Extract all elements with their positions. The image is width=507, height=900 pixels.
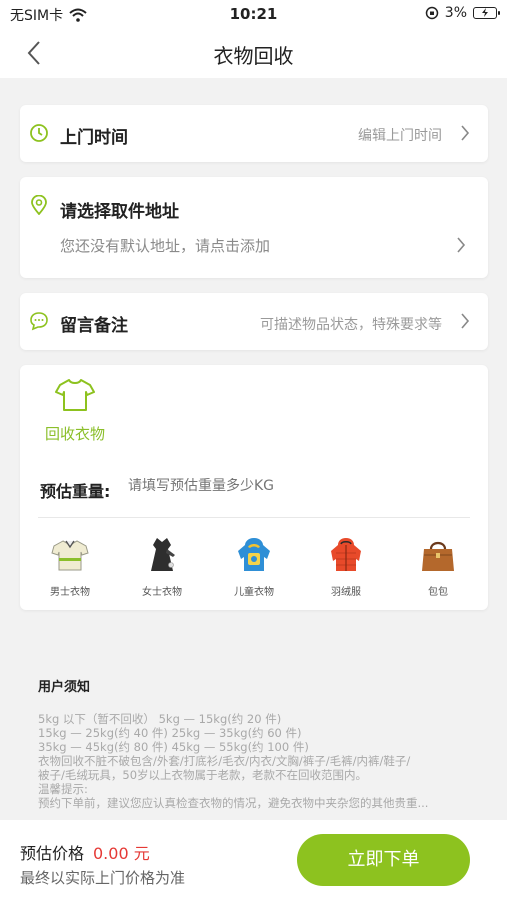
address-hint: 您还没有默认地址，请点击添加 — [60, 237, 271, 255]
bottom-bar: 预估价格 0.00 元 最终以实际上门价格为准 立即下单 — [0, 820, 507, 900]
orientation-lock-icon — [425, 6, 439, 20]
category-womens[interactable]: 女士衣物 — [124, 535, 200, 598]
location-pin-icon — [31, 195, 47, 215]
recycle-card: 回收衣物 预估重量: 男士衣物 女士衣物 — [20, 365, 488, 610]
battery-percent: 3% — [444, 5, 467, 21]
address-row[interactable]: 请选择取件地址 您还没有默认地址，请点击添加 — [20, 177, 488, 278]
category-label: 女士衣物 — [142, 587, 182, 598]
remark-hint: 可描述物品状态，特殊要求等 — [260, 317, 442, 333]
notice-line: 预约下单前，建议您应认真检查衣物的情况，避免衣物中夹杂您的其他贵重... — [38, 796, 429, 810]
category-label: 男士衣物 — [50, 587, 90, 598]
address-label: 请选择取件地址 — [60, 202, 179, 222]
notice-line: 衣物回收不脏不破包含/外套/打底衫/毛衣/内衣/文胸/裤子/毛裤/内裤/鞋子/ — [38, 754, 411, 768]
notice-line: 温馨提示: — [38, 782, 88, 796]
page-title: 衣物回收 — [213, 44, 294, 68]
tshirt-icon — [55, 379, 95, 411]
price-label: 预估价格 — [20, 844, 85, 863]
pickup-time-row[interactable]: 上门时间 编辑上门时间 — [20, 105, 488, 162]
remark-label: 留言备注 — [60, 316, 128, 336]
divider — [38, 517, 470, 518]
notice-line: 15kg — 25kg(约 40 件) 25kg — 35kg(约 60 件) — [38, 726, 302, 740]
category-kids[interactable]: 儿童衣物 — [216, 535, 292, 598]
status-bar: 无SIM卡 10:21 3% — [0, 0, 507, 28]
recycle-title: 回收衣物 — [44, 425, 105, 443]
notice-line: 35kg — 45kg(约 80 件) 45kg — 55kg(约 100 件) — [38, 740, 309, 754]
message-icon — [30, 312, 48, 331]
category-list: 男士衣物 女士衣物 儿童衣物 羽绒服 包包 — [20, 535, 488, 598]
notice-body: 5kg 以下（暂不回收） 5kg — 15kg(约 20 件) 15kg — 2… — [38, 712, 478, 810]
category-label: 羽绒服 — [331, 587, 361, 598]
status-right: 3% — [425, 5, 500, 21]
category-mens[interactable]: 男士衣物 — [32, 535, 108, 598]
nav-bar: 衣物回收 — [0, 28, 507, 78]
price-note: 最终以实际上门价格为准 — [20, 869, 186, 887]
pickup-time-label: 上门时间 — [60, 128, 128, 148]
remark-row[interactable]: 留言备注 可描述物品状态，特殊要求等 — [20, 293, 488, 350]
battery-icon — [473, 7, 500, 19]
kids-jacket-icon — [238, 538, 270, 571]
weight-label: 预估重量: — [40, 482, 111, 501]
mens-shirt-icon — [51, 540, 89, 571]
down-jacket-icon — [331, 538, 361, 571]
recycle-tab[interactable]: 回收衣物 — [42, 377, 108, 444]
pickup-time-hint: 编辑上门时间 — [358, 128, 442, 144]
price-value: 0.00 元 — [93, 844, 150, 863]
order-button[interactable]: 立即下单 — [297, 834, 470, 886]
clock-icon — [30, 124, 48, 142]
category-label: 儿童衣物 — [234, 587, 274, 598]
category-down-jacket[interactable]: 羽绒服 — [308, 535, 384, 598]
handbag-icon — [422, 541, 454, 571]
weight-input[interactable] — [128, 478, 448, 494]
chevron-right-icon — [457, 237, 466, 253]
category-label: 包包 — [428, 587, 448, 598]
chevron-right-icon — [461, 125, 470, 141]
category-handbag[interactable]: 包包 — [400, 535, 476, 598]
womens-dress-icon — [151, 538, 175, 571]
notice-line: 被子/毛绒玩具，50岁以上衣物属于老款，老款不在回收范围内。 — [38, 768, 368, 782]
notice-title: 用户须知 — [38, 680, 91, 695]
chevron-right-icon — [461, 313, 470, 329]
notice-line: 5kg 以下（暂不回收） 5kg — 15kg(约 20 件) — [38, 712, 282, 726]
